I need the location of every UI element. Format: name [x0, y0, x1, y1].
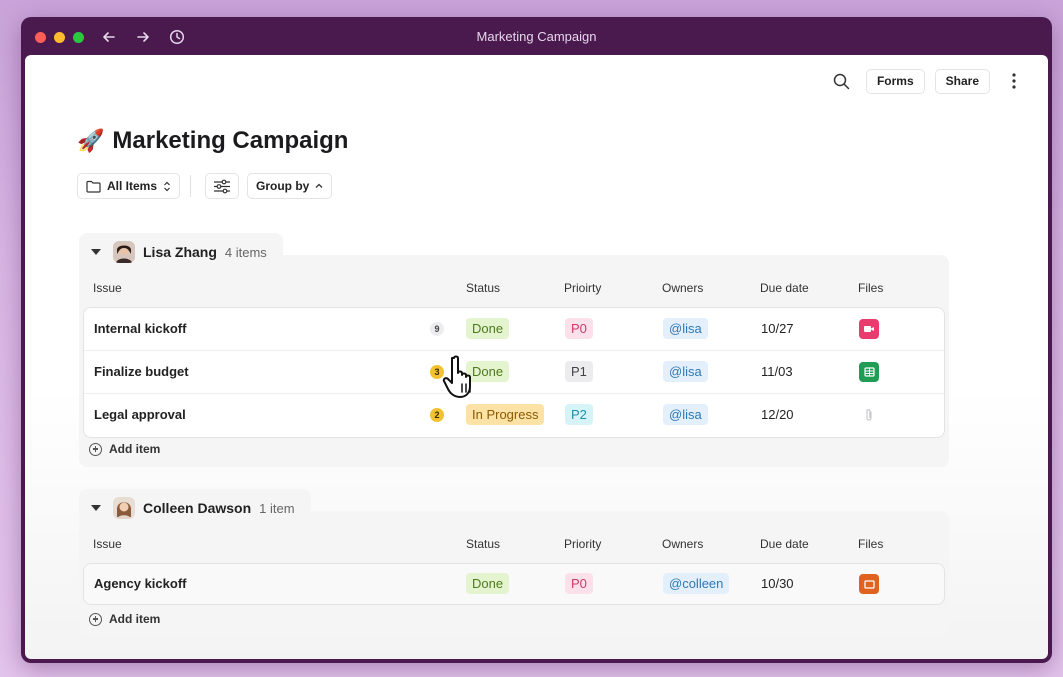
view-selector-label: All Items [107, 179, 158, 193]
due-date[interactable]: 11/03 [761, 364, 793, 379]
add-item-button[interactable]: Add item [89, 612, 160, 626]
column-header-issue[interactable]: Issue [93, 537, 122, 551]
video-file-icon[interactable] [859, 319, 879, 339]
group-header[interactable]: Lisa Zhang 4 items [79, 233, 283, 271]
plus-circle-icon [89, 612, 102, 626]
column-header-priority[interactable]: Priority [564, 537, 601, 551]
view-toolbar: All Items Group by [77, 173, 333, 199]
comment-count-badge[interactable]: 3 [430, 365, 444, 379]
due-date[interactable]: 10/30 [761, 576, 794, 591]
column-header-status[interactable]: Status [466, 281, 500, 295]
avatar [113, 241, 135, 263]
owner-tag[interactable]: @colleen [663, 573, 730, 594]
table-row[interactable]: Finalize budget 3 Done P1 @lisa 11/03 [84, 351, 944, 394]
rows-container: Internal kickoff 9 Done P0 @lisa 10/27 F… [83, 307, 945, 438]
priority-badge[interactable]: P1 [565, 361, 593, 382]
owner-tag[interactable]: @lisa [663, 404, 708, 425]
app-window: Marketing Campaign Forms Share 🚀 Marketi… [21, 17, 1052, 663]
status-badge[interactable]: Done [466, 318, 510, 339]
slides-file-icon[interactable] [859, 574, 879, 594]
share-button[interactable]: Share [934, 68, 990, 94]
column-header-priority[interactable]: Prioirty [564, 281, 601, 295]
group-name: Colleen Dawson [143, 500, 252, 516]
rows-container: Agency kickoff Done P0 @colleen 10/30 [83, 563, 945, 605]
window-title: Marketing Campaign [476, 29, 597, 44]
priority-badge[interactable]: P0 [565, 318, 593, 339]
priority-badge[interactable]: P0 [565, 573, 593, 594]
status-badge[interactable]: Done [466, 573, 510, 594]
comment-count-badge[interactable]: 9 [430, 322, 444, 336]
chevron-up-down-icon [164, 181, 170, 191]
main-content: Forms Share 🚀 Marketing Campaign All Ite… [25, 55, 1048, 659]
column-header-issue[interactable]: Issue [93, 281, 122, 295]
plus-circle-icon [89, 442, 102, 456]
page-title: 🚀 Marketing Campaign [77, 127, 348, 155]
column-header-owners[interactable]: Owners [662, 537, 703, 551]
chevron-up-icon [315, 183, 323, 188]
comment-count-badge[interactable]: 2 [430, 408, 444, 422]
table-row[interactable]: Legal approval 2 In Progress P2 @lisa 12… [84, 394, 944, 437]
status-badge[interactable]: Done [466, 361, 510, 382]
group-item-count: 4 items [224, 244, 267, 260]
add-item-label: Add item [109, 612, 161, 626]
issue-title[interactable]: Internal kickoff [94, 321, 186, 336]
group-colleen-dawson: Colleen Dawson 1 item Issue Status Prior… [79, 489, 949, 637]
group-lisa-zhang: Lisa Zhang 4 items Issue Status Prioirty… [79, 233, 949, 467]
rocket-emoji-icon: 🚀 [77, 128, 105, 153]
forms-button[interactable]: Forms [865, 68, 925, 94]
view-selector-dropdown[interactable]: All Items [77, 173, 181, 199]
due-date[interactable]: 12/20 [761, 407, 794, 422]
column-header-due-date[interactable]: Due date [760, 281, 809, 295]
issue-title[interactable]: Finalize budget [94, 364, 189, 379]
filter-settings-button[interactable] [205, 173, 240, 199]
search-icon[interactable] [828, 68, 856, 94]
add-item-button[interactable]: Add item [89, 442, 160, 456]
group-header[interactable]: Colleen Dawson 1 item [79, 489, 311, 527]
sliders-icon [214, 179, 231, 193]
column-header-owners[interactable]: Owners [662, 281, 703, 295]
toolbar-divider [190, 175, 192, 197]
column-header-files[interactable]: Files [858, 281, 883, 295]
column-header-files[interactable]: Files [858, 537, 883, 551]
table-row[interactable]: Internal kickoff 9 Done P0 @lisa 10/27 [84, 308, 944, 351]
due-date[interactable]: 10/27 [761, 321, 794, 336]
column-header-due-date[interactable]: Due date [760, 537, 809, 551]
avatar [113, 497, 135, 519]
issue-title[interactable]: Legal approval [94, 407, 186, 422]
group-name: Lisa Zhang [143, 244, 217, 260]
group-by-label: Group by [256, 179, 310, 193]
column-header-status[interactable]: Status [466, 537, 500, 551]
folder-icon [86, 180, 101, 193]
priority-badge[interactable]: P2 [565, 404, 593, 425]
table-header: Issue Status Priority Owners Due date Fi… [79, 527, 949, 561]
collapse-caret-icon[interactable] [91, 249, 101, 255]
table-row[interactable]: Agency kickoff Done P0 @colleen 10/30 [84, 564, 944, 604]
attachment-icon[interactable] [859, 405, 879, 425]
add-item-label: Add item [109, 442, 161, 456]
page-title-text: Marketing Campaign [112, 127, 349, 154]
more-options-icon[interactable] [1000, 68, 1028, 94]
status-badge[interactable]: In Progress [466, 404, 545, 425]
owner-tag[interactable]: @lisa [663, 318, 708, 339]
group-item-count: 1 item [259, 500, 295, 516]
owner-tag[interactable]: @lisa [663, 361, 708, 382]
spreadsheet-file-icon[interactable] [859, 362, 879, 382]
group-by-dropdown[interactable]: Group by [247, 173, 333, 199]
issue-title[interactable]: Agency kickoff [94, 576, 186, 591]
title-bar: Marketing Campaign [21, 17, 1052, 55]
table-header: Issue Status Prioirty Owners Due date Fi… [79, 271, 949, 305]
collapse-caret-icon[interactable] [91, 505, 101, 511]
